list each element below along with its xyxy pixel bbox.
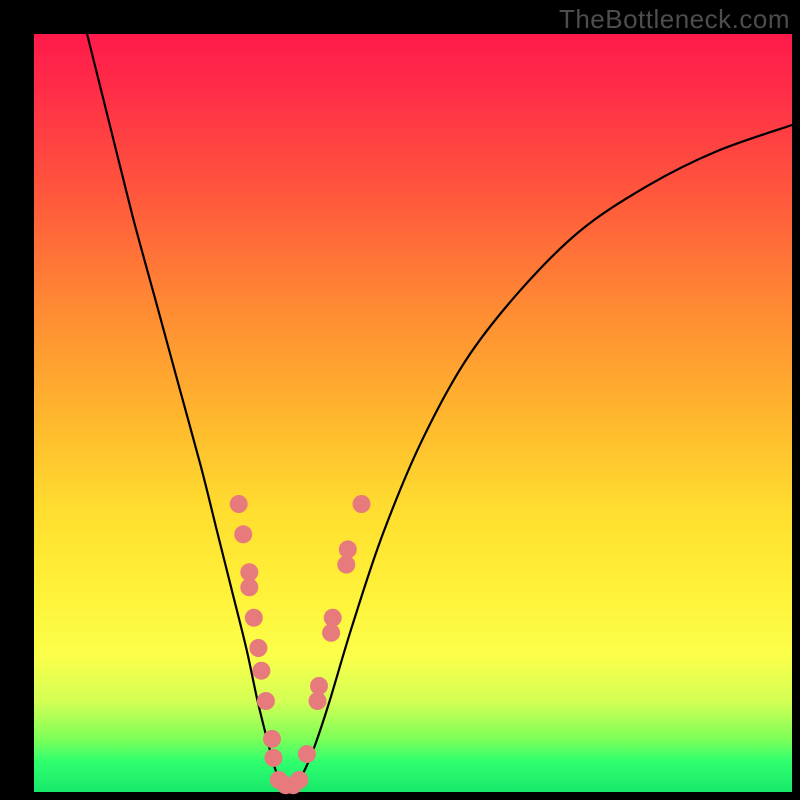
marker-dot (324, 609, 342, 627)
marker-dot (263, 730, 281, 748)
marker-dot (257, 692, 275, 710)
marker-dot (353, 495, 371, 513)
chart-stage: TheBottleneck.com (0, 0, 800, 800)
watermark-text: TheBottleneck.com (559, 4, 790, 35)
marker-dot (337, 556, 355, 574)
marker-dot (234, 525, 252, 543)
marker-dot (230, 495, 248, 513)
marker-dot (245, 609, 263, 627)
curve-layer (34, 34, 792, 792)
marker-group (230, 495, 371, 794)
marker-dot (265, 749, 283, 767)
marker-dot (339, 540, 357, 558)
bottleneck-curve (87, 34, 792, 788)
marker-dot (252, 662, 270, 680)
plot-area (34, 34, 792, 792)
marker-dot (298, 745, 316, 763)
marker-dot (310, 677, 328, 695)
marker-dot (249, 639, 267, 657)
marker-dot (290, 771, 308, 789)
marker-dot (240, 578, 258, 596)
